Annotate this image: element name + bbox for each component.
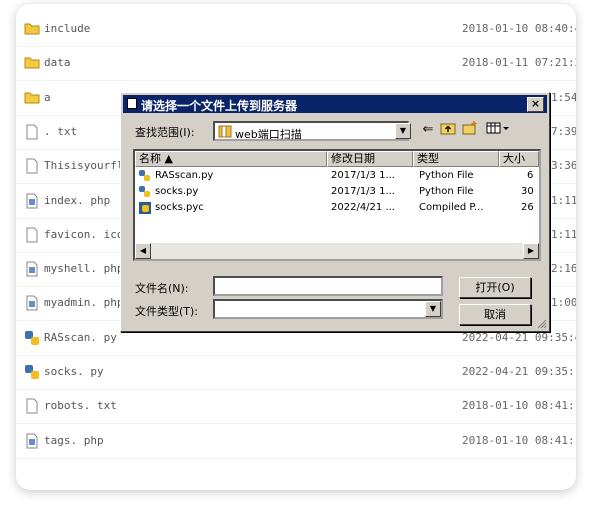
file-date: 2022-04-21 09:35:43	[462, 330, 576, 344]
file-icon	[24, 398, 40, 414]
file-name: socks.py	[155, 186, 199, 197]
column-header-type[interactable]: 类型	[413, 151, 499, 167]
file-icon	[24, 124, 40, 140]
file-type: Compiled P...	[419, 202, 484, 213]
python-file-icon	[24, 364, 40, 380]
folder-icon	[24, 21, 40, 37]
scroll-right-icon[interactable]: ▶	[523, 243, 539, 259]
lookin-label: 查找范围(I):	[135, 126, 195, 139]
file-row[interactable]: robots. txt 2018-01-10 08:41:11	[16, 389, 576, 425]
file-name[interactable]: . txt	[44, 125, 77, 138]
file-type: Python File	[419, 186, 474, 197]
file-date: 1:11	[551, 193, 576, 207]
file-name[interactable]: data	[44, 56, 71, 69]
file-name: socks.pyc	[155, 202, 204, 213]
file-date: 1:54	[551, 90, 576, 104]
column-name-label: 名称	[139, 152, 161, 165]
file-name[interactable]: myshell. php	[44, 262, 123, 275]
file-date: 7:39	[551, 124, 576, 138]
column-header-name[interactable]: 名称 ▲	[135, 151, 327, 167]
folder-icon	[218, 125, 232, 138]
file-date: 2:16	[551, 262, 576, 276]
file-size: 6	[527, 170, 534, 181]
file-date: 2018-01-11 07:21:27	[462, 56, 576, 70]
file-date: 2018-01-10 08:41:11	[462, 433, 576, 447]
folder-icon	[24, 90, 40, 106]
column-header-modified[interactable]: 修改日期	[327, 151, 413, 167]
file-row[interactable]: socks. py 2022-04-21 09:35:16	[16, 355, 576, 390]
column-modified-label: 修改日期	[331, 152, 375, 165]
file-name: RASscan.py	[155, 170, 214, 181]
file-name[interactable]: index. php	[44, 194, 110, 207]
file-date: 1:11	[551, 227, 576, 241]
file-icon	[24, 158, 40, 174]
file-date: 2017/1/3 1...	[331, 170, 395, 181]
resize-grip-icon[interactable]	[537, 319, 547, 329]
file-date: 2018-01-10 08:40:47	[462, 22, 576, 35]
python-file-icon	[139, 186, 150, 197]
file-size: 30	[521, 186, 534, 197]
list-item[interactable]: socks.pyc 2022/4/21 ... Compiled P... 26	[135, 200, 539, 217]
filename-label: 文件名(N):	[135, 282, 189, 295]
file-size: 26	[521, 202, 534, 213]
file-row[interactable]: tags. php 2018-01-10 08:41:11	[16, 424, 576, 459]
filetype-label: 文件类型(T):	[135, 305, 199, 318]
column-size-label: 大小	[503, 152, 525, 165]
dialog-title: 请选择一个文件上传到服务器	[141, 99, 298, 113]
lookin-value: web端口扫描	[235, 128, 302, 141]
up-folder-icon[interactable]	[439, 121, 457, 139]
column-header-size[interactable]: 大小	[499, 151, 539, 167]
file-name[interactable]: myadmin. php	[44, 296, 123, 309]
scroll-left-icon[interactable]: ◀	[135, 243, 151, 259]
horizontal-scrollbar[interactable]: ◀ ▶	[135, 243, 539, 259]
php-file-icon	[24, 193, 40, 209]
open-button[interactable]: 打开(O)	[459, 277, 531, 298]
file-date: 2018-01-10 08:41:11	[462, 399, 576, 413]
list-item[interactable]: socks.py 2017/1/3 1... Python File 30	[135, 184, 539, 201]
python-file-icon	[24, 330, 40, 346]
filename-input[interactable]	[213, 276, 443, 296]
view-menu-icon[interactable]	[485, 121, 511, 139]
file-row[interactable]: data 2018-01-11 07:21:27	[16, 46, 576, 82]
column-type-label: 类型	[417, 152, 439, 165]
php-file-icon	[24, 261, 40, 277]
file-type: Python File	[419, 170, 474, 181]
close-button[interactable]: ×	[527, 97, 544, 112]
php-file-icon	[24, 295, 40, 311]
cancel-button[interactable]: 取消	[459, 304, 531, 325]
file-name[interactable]: robots. txt	[44, 399, 117, 412]
file-date: 3:36	[551, 159, 576, 173]
file-date: 1:00	[551, 296, 576, 310]
compiled-python-icon	[139, 202, 151, 214]
filetype-dropdown-button[interactable]: ▼	[425, 301, 441, 317]
list-item[interactable]: RASscan.py 2017/1/3 1... Python File 6	[135, 168, 539, 185]
file-name[interactable]: socks. py	[44, 365, 104, 378]
new-folder-icon[interactable]	[461, 121, 479, 139]
file-name[interactable]: a	[44, 91, 51, 104]
file-row[interactable]: include 2018-01-10 08:40:47	[16, 12, 576, 47]
file-date: 2022/4/21 ...	[331, 202, 395, 213]
filetype-combo[interactable]	[213, 299, 443, 319]
file-name[interactable]: RASscan. py	[44, 331, 117, 344]
lookin-combo[interactable]: web端口扫描	[213, 121, 409, 141]
file-name[interactable]: tags. php	[44, 434, 104, 447]
lookin-dropdown-button[interactable]: ▼	[395, 123, 411, 139]
back-icon[interactable]: ⇐	[419, 121, 437, 139]
file-list[interactable]: 名称 ▲ 修改日期 类型 大小 RASscan.py 2017/1/3 1...…	[133, 149, 541, 261]
window-icon	[127, 98, 137, 109]
file-icon	[24, 227, 40, 243]
file-date: 2017/1/3 1...	[331, 186, 395, 197]
file-upload-dialog: 请选择一个文件上传到服务器 × 查找范围(I): web端口扫描 ▼ ⇐ 名称 …	[120, 92, 550, 332]
file-name[interactable]: include	[44, 22, 90, 35]
folder-icon	[24, 55, 40, 71]
php-file-icon	[24, 433, 40, 449]
dialog-titlebar[interactable]: 请选择一个文件上传到服务器 ×	[123, 95, 547, 113]
file-date: 2022-04-21 09:35:16	[462, 365, 576, 378]
python-file-icon	[139, 170, 150, 181]
file-name[interactable]: favicon. ico	[44, 228, 123, 241]
